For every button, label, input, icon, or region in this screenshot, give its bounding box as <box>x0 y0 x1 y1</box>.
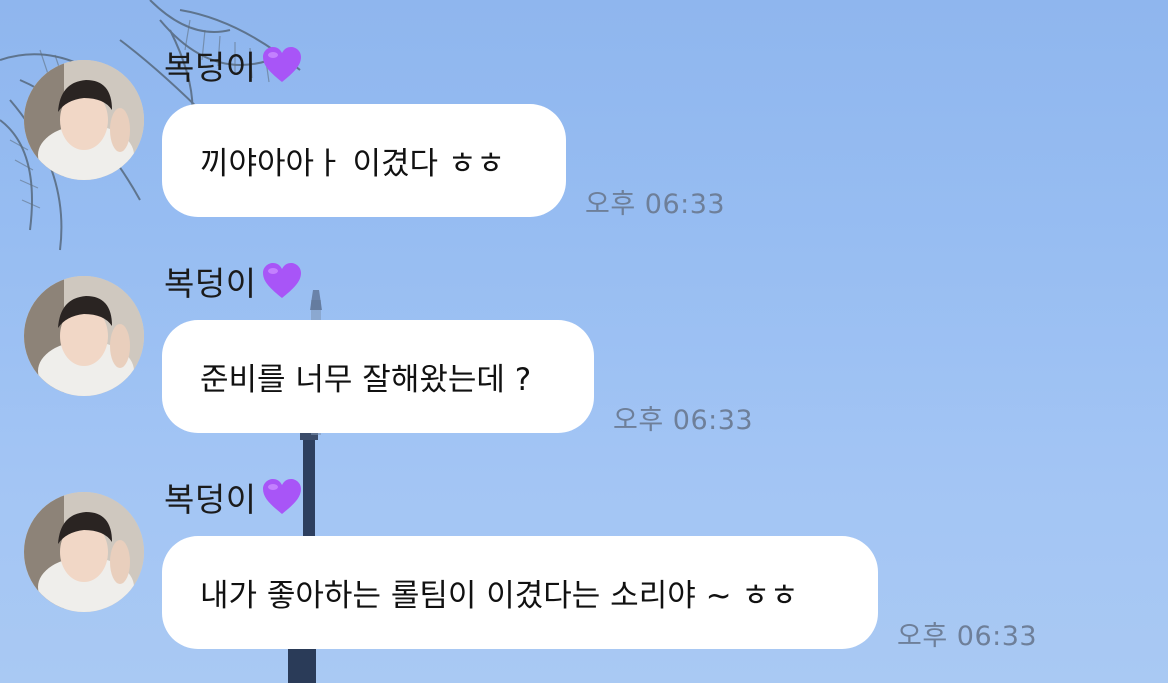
purple-heart-icon <box>262 47 301 82</box>
message-text: 내가 좋아하는 롤팀이 이겼다는 소리야 ~ ㅎㅎ <box>200 578 799 614</box>
avatar[interactable] <box>24 276 144 396</box>
sender-name-text: 복덩이 <box>164 48 257 87</box>
message-bubble[interactable]: 내가 좋아하는 롤팀이 이겼다는 소리야 ~ ㅎㅎ <box>162 536 878 649</box>
sender-name: 복덩이 <box>164 472 303 522</box>
purple-heart-icon <box>262 479 301 514</box>
message-text: 준비를 너무 잘해왔는데 ? <box>200 362 532 398</box>
purple-heart-icon <box>262 263 301 298</box>
message-row: 복덩이 끼야아아ㅏ 이겼다 ㅎㅎ 오후 06:33 <box>0 0 1168 220</box>
message-row: 복덩이 내가 좋아하는 롤팀이 이겼다는 소리야 ~ ㅎㅎ 오후 06:33 <box>0 432 1168 652</box>
message-text: 끼야아아ㅏ 이겼다 ㅎㅎ <box>200 146 505 182</box>
sender-name-text: 복덩이 <box>164 480 257 519</box>
sender-name: 복덩이 <box>164 40 303 90</box>
message-bubble[interactable]: 끼야아아ㅏ 이겼다 ㅎㅎ <box>162 104 566 217</box>
avatar[interactable] <box>24 60 144 180</box>
chat-thread: 복덩이 끼야아아ㅏ 이겼다 ㅎㅎ 오후 06:33 복덩이 준비를 너무 잘해왔… <box>0 0 1168 683</box>
message-bubble[interactable]: 준비를 너무 잘해왔는데 ? <box>162 320 594 433</box>
avatar[interactable] <box>24 492 144 612</box>
sender-name: 복덩이 <box>164 256 303 306</box>
message-row: 복덩이 준비를 너무 잘해왔는데 ? 오후 06:33 <box>0 216 1168 436</box>
message-timestamp: 오후 06:33 <box>897 621 1038 652</box>
sender-name-text: 복덩이 <box>164 264 257 303</box>
